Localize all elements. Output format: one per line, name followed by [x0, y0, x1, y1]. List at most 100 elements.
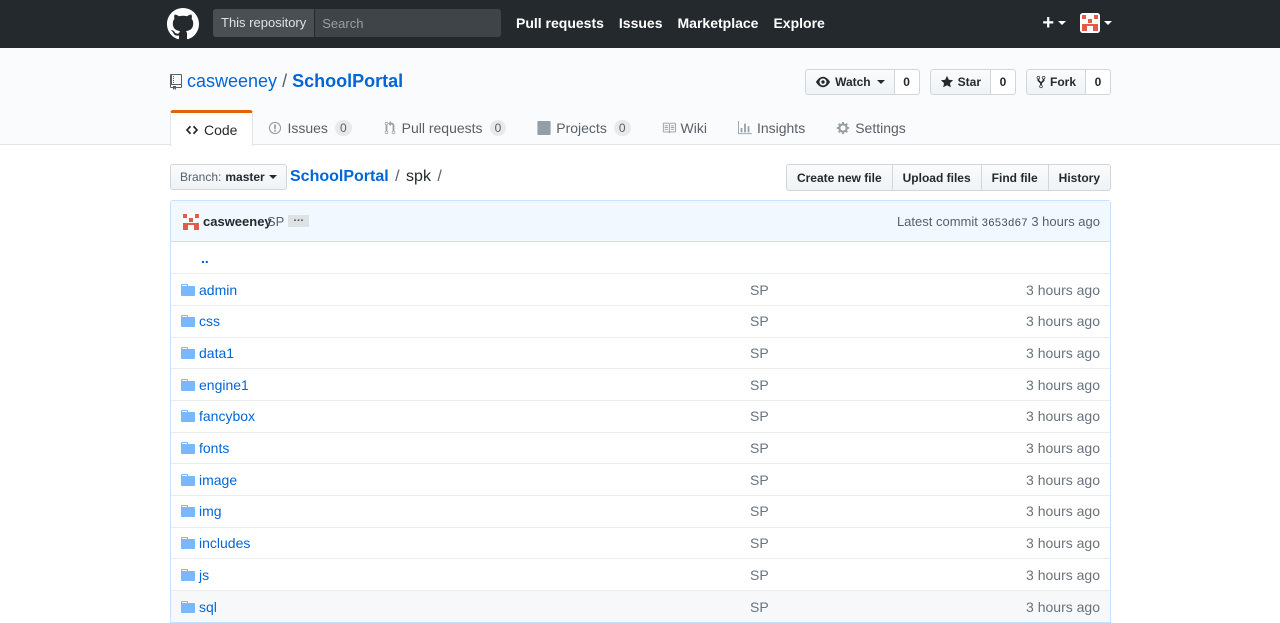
star-group: Star 0: [929, 69, 1016, 95]
repo-tabs: Code Issues 0 Pull requests 0 Projects 0…: [170, 110, 922, 146]
files-table: .. admin SP 3 hours ago css SP 3 hours ago dat…: [171, 242, 1110, 623]
up-tree-row[interactable]: ..: [171, 242, 1110, 274]
github-logo-icon[interactable]: [167, 8, 199, 40]
file-name-link[interactable]: js: [199, 567, 209, 583]
create-new-file-button[interactable]: Create new file: [785, 164, 893, 191]
tab-insights[interactable]: Insights: [723, 110, 821, 145]
fork-button[interactable]: Fork: [1025, 69, 1086, 95]
nav-issues[interactable]: Issues: [619, 15, 663, 31]
file-name-cell: image: [199, 463, 750, 496]
file-name-link[interactable]: sql: [199, 599, 217, 615]
file-commit-message-link[interactable]: SP: [750, 345, 769, 361]
folder-icon: [181, 410, 195, 423]
chevron-down-icon: [268, 175, 277, 179]
file-name-link[interactable]: css: [199, 313, 220, 329]
commit-message-cell: SP: [750, 304, 980, 338]
tab-settings[interactable]: Settings: [821, 110, 922, 145]
file-icon-cell: [171, 590, 199, 623]
tab-issues[interactable]: Issues 0: [253, 110, 367, 145]
file-icon-cell: [171, 336, 199, 369]
folder-icon: [181, 600, 195, 613]
file-icon-cell: [171, 368, 199, 401]
author-avatar[interactable]: [182, 213, 200, 231]
find-file-button[interactable]: Find file: [980, 164, 1049, 191]
star-button[interactable]: Star: [929, 69, 991, 95]
file-name-link[interactable]: admin: [199, 282, 237, 298]
watch-button[interactable]: Watch: [805, 69, 895, 95]
file-name-cell: fancybox: [199, 399, 750, 433]
file-commit-message-link[interactable]: SP: [750, 472, 769, 488]
table-row: admin SP 3 hours ago: [171, 273, 1110, 306]
file-name-link[interactable]: fancybox: [199, 408, 255, 424]
projects-counter: 0: [613, 120, 631, 136]
file-name-link[interactable]: includes: [199, 535, 250, 551]
commit-expand-button[interactable]: …: [288, 213, 309, 227]
up-tree-link[interactable]: ..: [201, 250, 209, 266]
commit-author-link[interactable]: casweeney: [203, 214, 272, 229]
tab-pull-requests[interactable]: Pull requests 0: [368, 110, 523, 145]
commit-message-cell: SP: [750, 495, 980, 528]
file-actions: Create new file Upload files Find file H…: [785, 164, 1111, 191]
nav-explore[interactable]: Explore: [773, 15, 824, 31]
search-input[interactable]: [315, 9, 501, 37]
star-count[interactable]: 0: [990, 69, 1016, 95]
file-name-cell: img: [199, 495, 750, 528]
commit-sha-link[interactable]: 3653d67: [981, 218, 1027, 230]
folder-icon: [181, 568, 195, 581]
repo-name-link[interactable]: SchoolPortal: [292, 71, 403, 92]
file-name-link[interactable]: img: [199, 503, 222, 519]
file-commit-message-link[interactable]: SP: [750, 440, 769, 456]
history-button[interactable]: History: [1047, 164, 1111, 191]
file-name-cell: css: [199, 304, 750, 338]
watch-group: Watch 0: [805, 69, 920, 95]
pull-requests-counter: 0: [489, 120, 507, 136]
tab-code[interactable]: Code: [170, 110, 254, 146]
file-icon-cell: [171, 463, 199, 496]
folder-icon: [181, 283, 195, 296]
pull-request-icon: [384, 121, 395, 135]
folder-icon: [181, 441, 195, 454]
commit-message-link[interactable]: SP: [267, 214, 284, 229]
fork-count[interactable]: 0: [1086, 69, 1111, 95]
file-name-cell: fonts: [199, 431, 750, 464]
nav-marketplace[interactable]: Marketplace: [678, 15, 759, 31]
file-name-cell: admin: [199, 273, 750, 306]
tab-label: Settings: [855, 120, 906, 136]
commit-message-cell: SP: [750, 431, 980, 464]
file-commit-message-link[interactable]: SP: [750, 282, 769, 298]
fork-group: Fork 0: [1025, 69, 1111, 95]
file-age-cell: 3 hours ago: [980, 336, 1110, 369]
table-row: sql SP 3 hours ago: [171, 590, 1110, 623]
upload-files-button[interactable]: Upload files: [891, 164, 982, 191]
tab-label: Projects: [556, 120, 607, 136]
tab-projects[interactable]: Projects 0: [522, 110, 646, 145]
watch-count[interactable]: 0: [894, 69, 920, 95]
file-commit-message-link[interactable]: SP: [750, 313, 769, 329]
file-name-cell: sql: [199, 590, 750, 623]
tab-wiki[interactable]: Wiki: [647, 110, 723, 145]
chevron-down-icon: [876, 80, 885, 84]
star-label: Star: [957, 75, 981, 89]
file-name-link[interactable]: engine1: [199, 377, 249, 393]
branch-select-button[interactable]: Branch: master: [170, 164, 287, 190]
file-commit-message-link[interactable]: SP: [750, 535, 769, 551]
eye-icon: [816, 76, 831, 88]
file-name-link[interactable]: fonts: [199, 440, 229, 456]
file-age: 3 hours ago: [1026, 313, 1100, 330]
user-menu-dropdown[interactable]: [1080, 13, 1112, 33]
file-commit-message-link[interactable]: SP: [750, 408, 769, 424]
file-name-link[interactable]: data1: [199, 345, 234, 361]
file-commit-message-link[interactable]: SP: [750, 567, 769, 583]
repo-owner-link[interactable]: casweeney: [187, 71, 277, 92]
file-icon-cell: [171, 304, 199, 338]
file-name-link[interactable]: image: [199, 472, 237, 488]
fork-label: Fork: [1049, 75, 1076, 89]
header-actions: +: [1042, 12, 1112, 34]
search-scope-label: This repository: [213, 9, 316, 37]
file-commit-message-link[interactable]: SP: [750, 503, 769, 519]
breadcrumb-root-link[interactable]: SchoolPortal: [290, 168, 389, 185]
nav-pull-requests[interactable]: Pull requests: [516, 15, 604, 31]
file-commit-message-link[interactable]: SP: [750, 377, 769, 393]
file-commit-message-link[interactable]: SP: [750, 599, 769, 615]
create-new-dropdown[interactable]: +: [1042, 12, 1066, 34]
